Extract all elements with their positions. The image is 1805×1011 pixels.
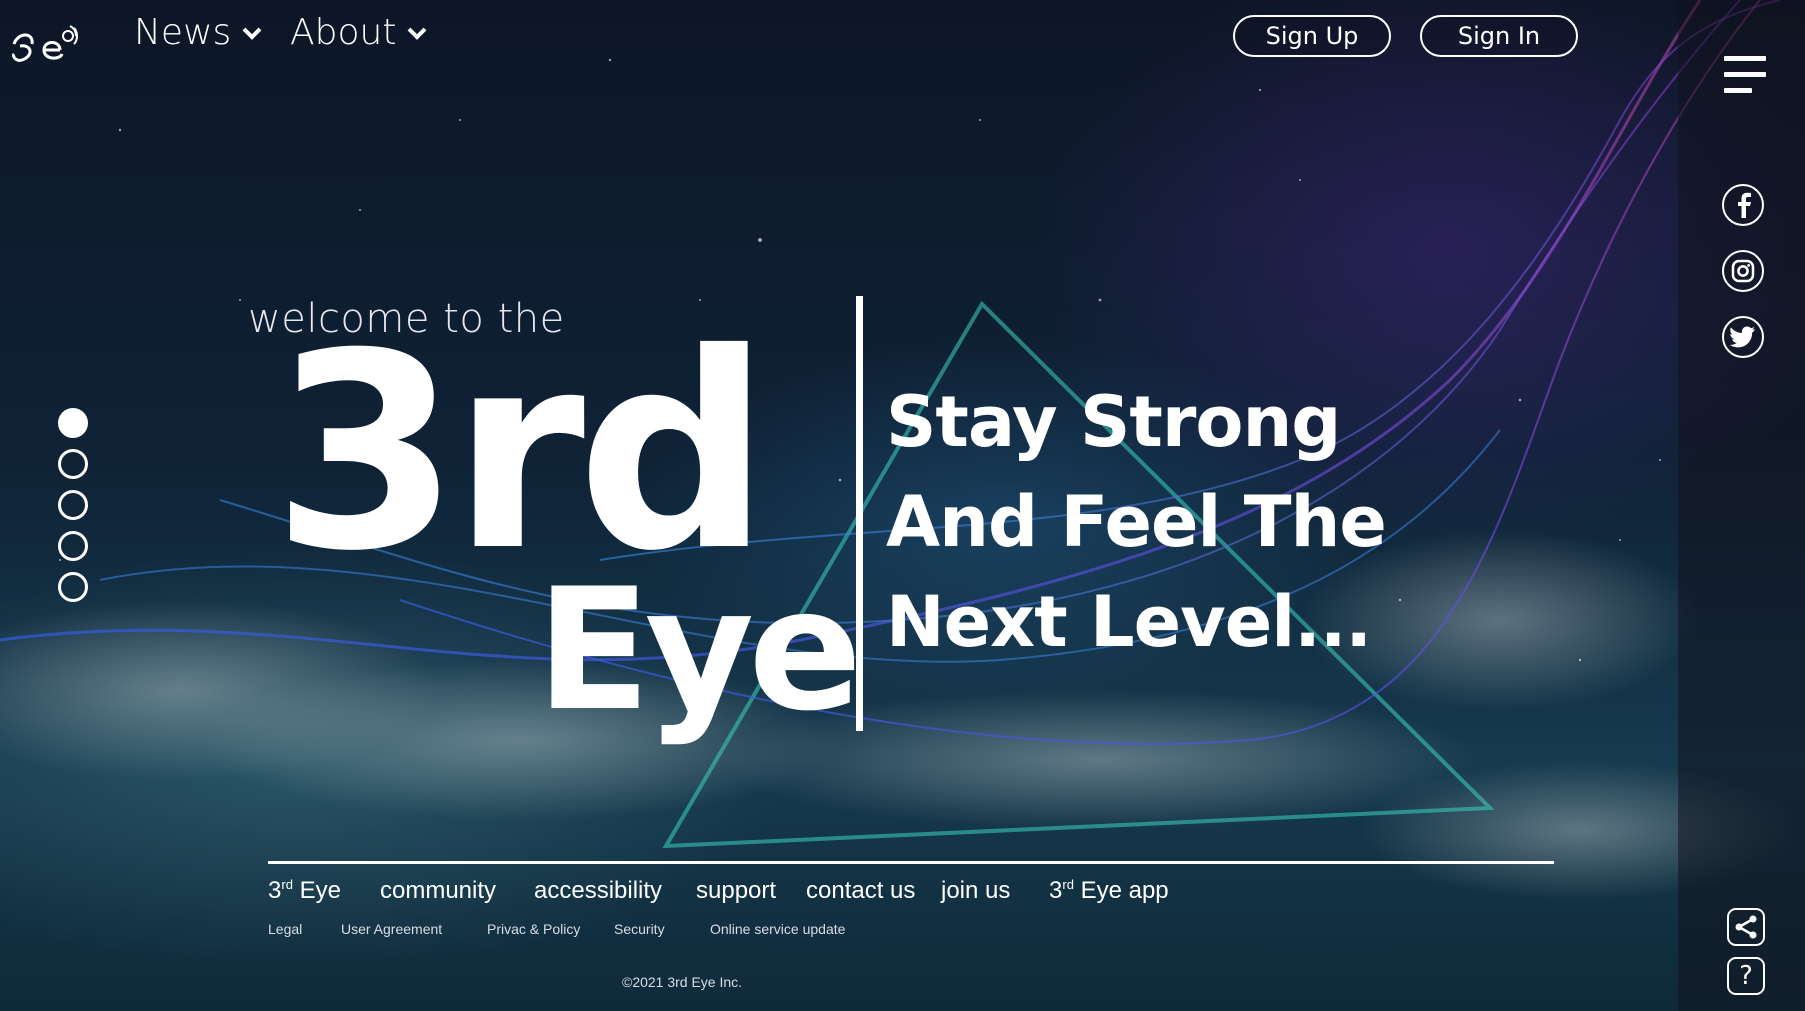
nav-news[interactable]: News <box>134 12 263 53</box>
slide-dot-1[interactable] <box>58 408 88 438</box>
tagline-line-2: And Feel The <box>886 481 1387 563</box>
tagline-line-3: Next Level... <box>886 581 1372 663</box>
footer-link-3rd-eye[interactable]: 3rd Eye <box>268 877 341 905</box>
twitter-icon[interactable] <box>1722 316 1764 358</box>
copyright-text: ©2021 3rd Eye Inc. <box>622 974 743 990</box>
instagram-icon[interactable] <box>1722 250 1764 292</box>
footer-divider <box>268 861 1554 864</box>
footer-link-contact-us[interactable]: contact us <box>806 877 915 905</box>
footer-sub-legal[interactable]: Legal <box>268 921 302 937</box>
logo-icon <box>12 25 78 62</box>
brand-title-3rd: 3rd <box>272 295 770 610</box>
sign-in-button[interactable]: Sign In <box>1420 15 1578 57</box>
footer-link-accessibility[interactable]: accessibility <box>534 877 662 905</box>
slide-dot-5[interactable] <box>58 572 88 602</box>
footer-sub-online-service-update[interactable]: Online service update <box>710 921 845 937</box>
nav-about-label: About <box>290 12 397 53</box>
slide-dot-4[interactable] <box>58 531 88 561</box>
footer-sub-user-agreement[interactable]: User Agreement <box>341 921 442 937</box>
nav-about[interactable]: About <box>290 12 428 53</box>
slide-dot-3[interactable] <box>58 490 88 520</box>
hero-tagline: Stay Strong And Feel The Next Level... <box>886 372 1446 672</box>
footer-sub-security[interactable]: Security <box>614 921 665 937</box>
tagline-line-1: Stay Strong <box>886 381 1341 463</box>
hamburger-menu-icon[interactable] <box>1724 56 1766 96</box>
chevron-down-icon <box>408 27 427 40</box>
brand-title-eye: Eye <box>536 552 862 748</box>
facebook-icon[interactable] <box>1722 184 1764 226</box>
footer-link-3rd-eye-app[interactable]: 3rd Eye app <box>1049 877 1169 905</box>
sign-up-button[interactable]: Sign Up <box>1233 15 1391 57</box>
right-sidebar <box>1678 0 1805 1011</box>
nav-news-label: News <box>134 12 232 53</box>
footer-sub-privacy-policy[interactable]: Privac & Policy <box>487 921 580 937</box>
chevron-down-icon <box>242 27 262 40</box>
slide-dot-2[interactable] <box>58 449 88 479</box>
footer-link-support[interactable]: support <box>696 877 776 905</box>
help-icon[interactable]: ? <box>1727 957 1765 995</box>
share-icon[interactable] <box>1727 908 1765 946</box>
brand-logo[interactable] <box>10 22 80 68</box>
footer-link-join-us[interactable]: join us <box>941 877 1010 905</box>
hero-divider <box>856 296 863 731</box>
footer-link-community[interactable]: community <box>380 877 496 905</box>
